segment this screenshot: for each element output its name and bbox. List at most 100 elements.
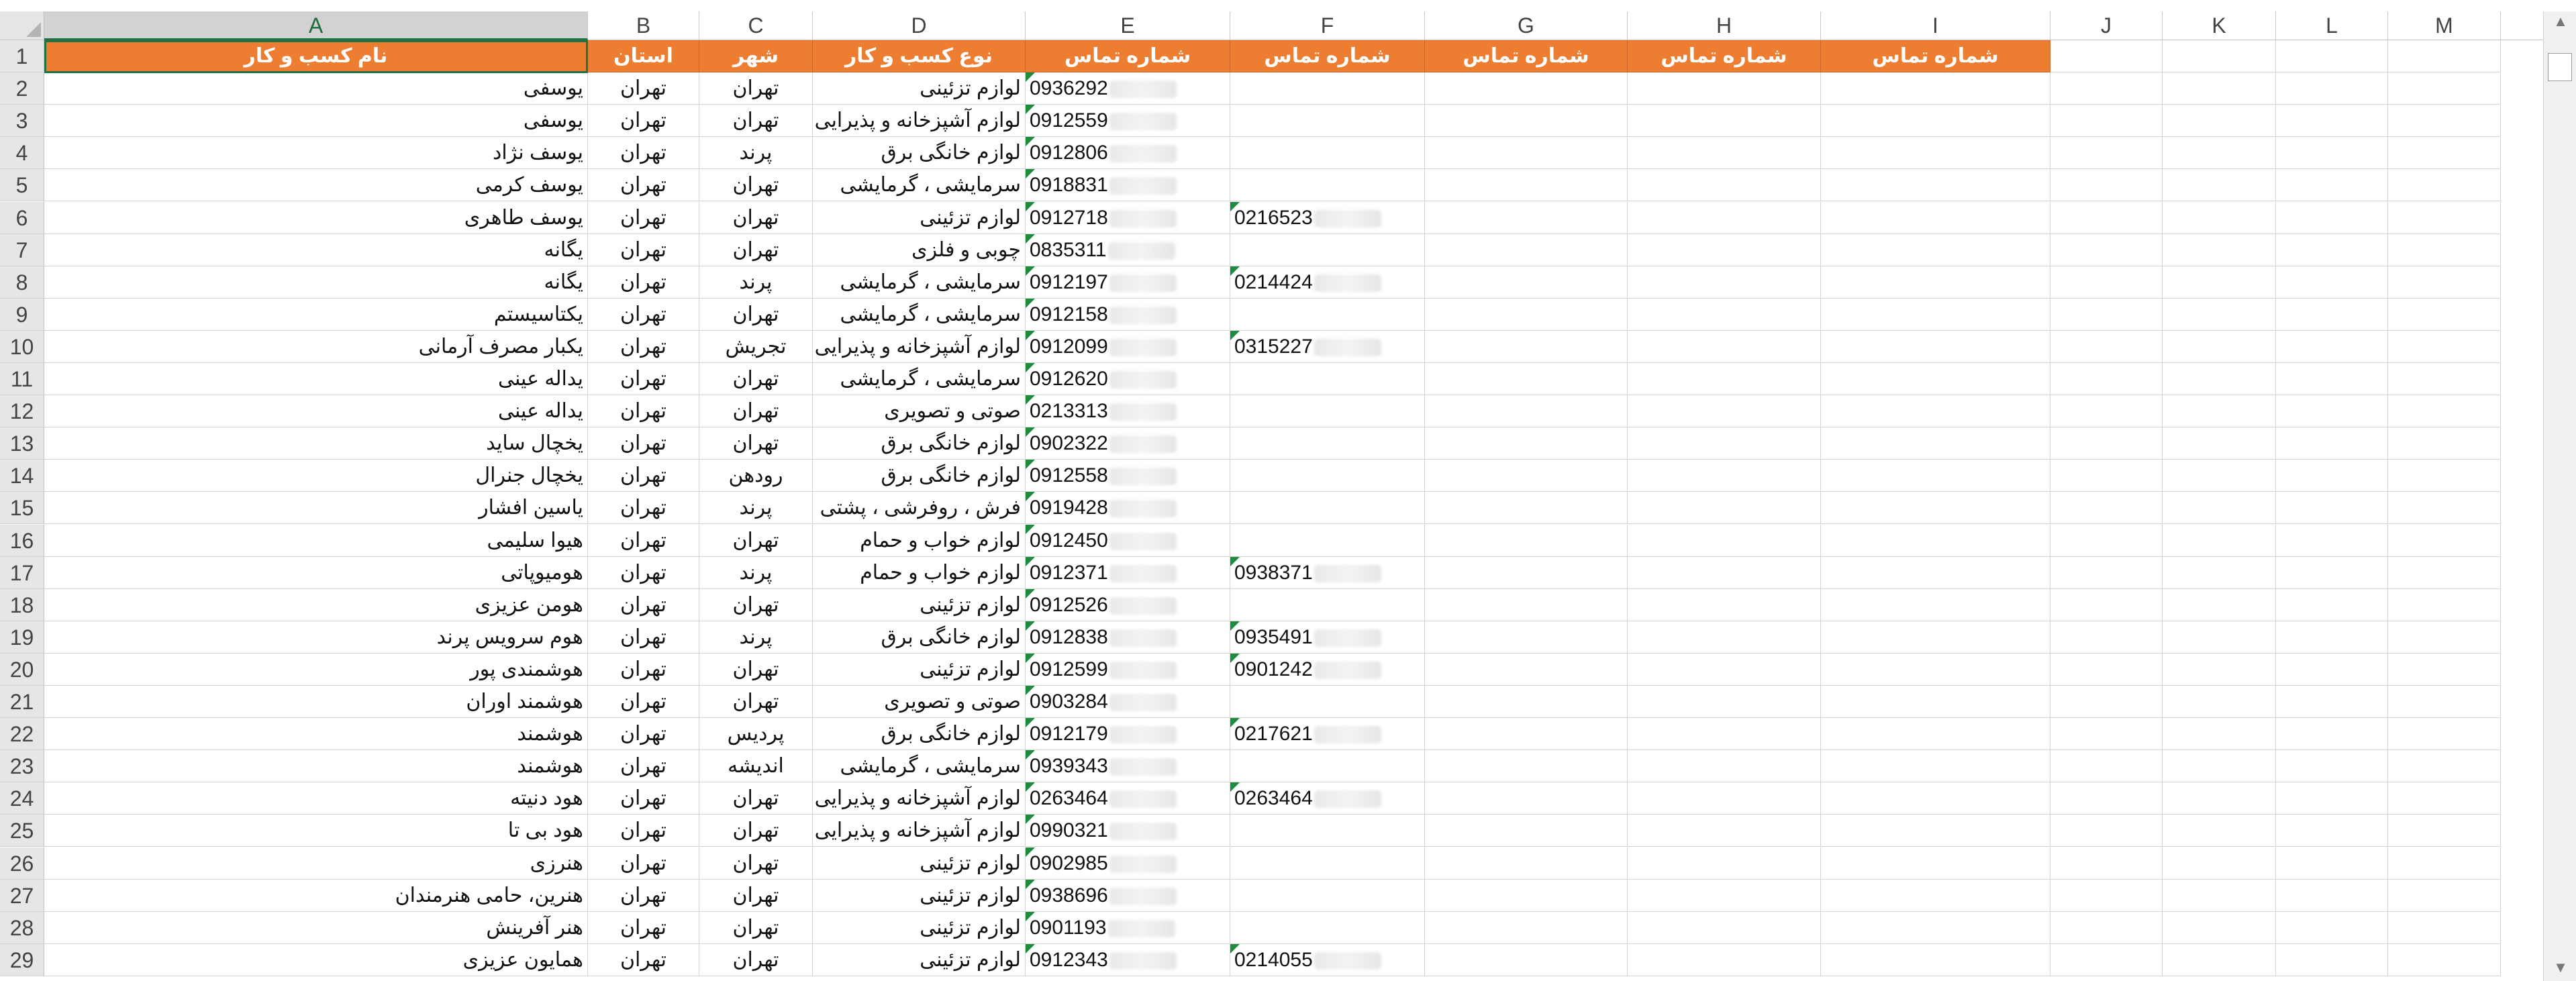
cell-phone2[interactable]: 0938371 [1230, 556, 1425, 589]
cell-province[interactable]: تهران [588, 363, 699, 396]
empty-cell[interactable] [1628, 718, 1821, 751]
empty-cell[interactable] [1425, 105, 1628, 138]
empty-cell[interactable] [1628, 298, 1821, 331]
cell-province[interactable]: تهران [588, 330, 699, 363]
cell-city[interactable]: تهران [699, 234, 813, 266]
cell-province[interactable]: تهران [588, 556, 699, 589]
cell-type[interactable]: سرمایشی ، گرمایشی [813, 266, 1026, 299]
empty-cell[interactable] [2388, 105, 2501, 138]
empty-cell[interactable] [2276, 105, 2388, 138]
empty-cell[interactable] [1821, 234, 2050, 266]
empty-cell[interactable] [1628, 363, 1821, 396]
empty-cell[interactable] [2276, 427, 2388, 460]
header-cell-e[interactable]: شماره تماس [1026, 40, 1230, 73]
row-header-24[interactable]: 24 [0, 782, 44, 815]
empty-cell[interactable] [1425, 427, 1628, 460]
empty-cell[interactable] [1628, 847, 1821, 880]
cell-province[interactable]: تهران [588, 266, 699, 299]
cell-city[interactable]: پرند [699, 492, 813, 525]
empty-cell[interactable] [1821, 815, 2050, 847]
cell-city[interactable]: تهران [699, 427, 813, 460]
cell-province[interactable]: تهران [588, 72, 699, 105]
empty-cell[interactable] [1425, 460, 1628, 493]
scroll-down-arrow-icon[interactable]: ▼ [2549, 958, 2572, 978]
empty-cell[interactable] [2388, 556, 2501, 589]
empty-cell[interactable] [2050, 911, 2163, 944]
header-cell-b[interactable]: استان [588, 40, 699, 73]
cell-name[interactable]: هوم سرویس پرند [44, 621, 588, 654]
row-header-4[interactable]: 4 [0, 137, 44, 170]
empty-cell[interactable] [1425, 234, 1628, 266]
cell-phone2[interactable] [1230, 427, 1425, 460]
empty-cell[interactable] [1821, 524, 2050, 557]
cell-city[interactable]: تهران [699, 653, 813, 686]
cell-city[interactable]: تهران [699, 72, 813, 105]
empty-cell[interactable] [1821, 169, 2050, 202]
empty-cell[interactable] [2276, 750, 2388, 783]
cell-phone2[interactable] [1230, 686, 1425, 719]
cell-name[interactable]: همایون عزیزی [44, 943, 588, 976]
cell-type[interactable]: لوازم تزئینی [813, 911, 1026, 944]
row-header-7[interactable]: 7 [0, 234, 44, 266]
empty-cell[interactable] [1628, 395, 1821, 428]
cell-city[interactable]: تهران [699, 105, 813, 138]
empty-cell[interactable] [2276, 879, 2388, 912]
cell-name[interactable]: یداله عینی [44, 395, 588, 428]
empty-cell[interactable] [1628, 105, 1821, 138]
row-header-21[interactable]: 21 [0, 686, 44, 719]
cell-province[interactable]: تهران [588, 395, 699, 428]
cell-city[interactable]: پرند [699, 556, 813, 589]
row-header-9[interactable]: 9 [0, 298, 44, 331]
empty-cell[interactable] [2050, 686, 2163, 719]
row-header-2[interactable]: 2 [0, 72, 44, 105]
empty-cell[interactable] [1425, 847, 1628, 880]
row-header-28[interactable]: 28 [0, 911, 44, 944]
cell-city[interactable]: تهران [699, 363, 813, 396]
empty-cell[interactable] [1821, 395, 2050, 428]
cell-name[interactable]: یکتاسیستم [44, 298, 588, 331]
cell-city[interactable]: تهران [699, 169, 813, 202]
empty-cell[interactable] [1821, 105, 2050, 138]
cell-type[interactable]: لوازم تزئینی [813, 943, 1026, 976]
cell-city[interactable]: پرند [699, 137, 813, 170]
cell-city[interactable]: پرند [699, 266, 813, 299]
cell-phone2[interactable] [1230, 105, 1425, 138]
cell-phone1[interactable]: 0938696 [1026, 879, 1230, 912]
empty-cell[interactable] [2388, 588, 2501, 621]
cell-province[interactable]: تهران [588, 105, 699, 138]
cell-phone1[interactable]: 0902985 [1026, 847, 1230, 880]
empty-cell[interactable] [2050, 492, 2163, 525]
empty-cell[interactable] [2388, 201, 2501, 234]
empty-cell[interactable] [1425, 943, 1628, 976]
row-header-16[interactable]: 16 [0, 524, 44, 557]
cell-phone2[interactable]: 0217621 [1230, 718, 1425, 751]
column-header-m[interactable]: M [2388, 11, 2501, 40]
row-header-13[interactable]: 13 [0, 427, 44, 460]
empty-cell[interactable] [1628, 266, 1821, 299]
cell-city[interactable]: پرند [699, 621, 813, 654]
empty-cell[interactable] [2163, 330, 2276, 363]
empty-cell[interactable] [2388, 169, 2501, 202]
cell-type[interactable]: لوازم تزئینی [813, 201, 1026, 234]
empty-cell[interactable] [2050, 169, 2163, 202]
cell-phone1[interactable]: 0912559 [1026, 105, 1230, 138]
row-header-11[interactable]: 11 [0, 363, 44, 396]
row-header-1[interactable]: 1 [0, 40, 44, 73]
column-header-a[interactable]: A [44, 11, 588, 40]
cell-type[interactable]: لوازم آشپزخانه و پذیرایی [813, 330, 1026, 363]
empty-cell[interactable] [1821, 556, 2050, 589]
cell-phone1[interactable]: 0912450 [1026, 524, 1230, 557]
cell-city[interactable]: تجریش [699, 330, 813, 363]
header-cell-f[interactable]: شماره تماس [1230, 40, 1425, 73]
empty-cell[interactable] [2050, 718, 2163, 751]
empty-cell[interactable] [1821, 879, 2050, 912]
cell-city[interactable]: تهران [699, 298, 813, 331]
cell-province[interactable]: تهران [588, 911, 699, 944]
cell-phone1[interactable]: 0902322 [1026, 427, 1230, 460]
row-header-3[interactable]: 3 [0, 105, 44, 138]
cell-province[interactable]: تهران [588, 621, 699, 654]
empty-cell[interactable] [2388, 395, 2501, 428]
empty-cell[interactable] [1628, 621, 1821, 654]
cell-province[interactable]: تهران [588, 137, 699, 170]
cell-phone1[interactable]: 0263464 [1026, 782, 1230, 815]
